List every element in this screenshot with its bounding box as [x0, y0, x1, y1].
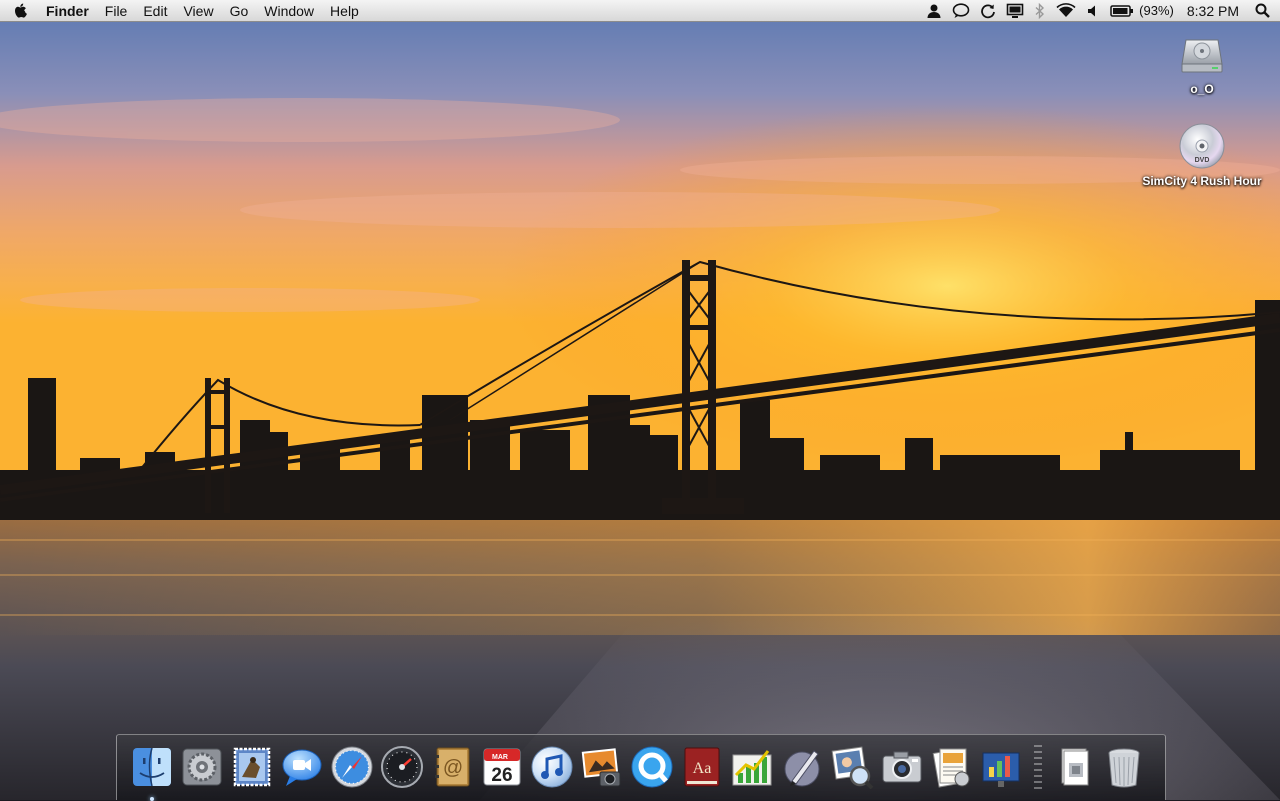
itunes-icon — [531, 746, 573, 788]
dock-system-preferences[interactable] — [180, 745, 224, 789]
dock-address-book[interactable]: @ — [430, 745, 474, 789]
menu-edit[interactable]: Edit — [135, 0, 175, 22]
wifi-status[interactable] — [1051, 0, 1081, 22]
spotlight-button[interactable] — [1251, 0, 1280, 22]
numbers-icon — [732, 750, 772, 786]
menu-help[interactable]: Help — [322, 0, 367, 22]
menu-bar: Finder File Edit View Go Window Help (93… — [0, 0, 1280, 22]
wifi-icon — [1056, 2, 1076, 17]
dock-quicktime[interactable] — [630, 745, 674, 789]
battery-percent: (93%) — [1139, 3, 1174, 18]
menu-clock[interactable]: 8:32 PM — [1179, 0, 1251, 22]
dock-keynote[interactable] — [980, 745, 1024, 789]
svg-text:@: @ — [443, 757, 463, 779]
status-area: (93%) 8:32 PM — [921, 0, 1280, 22]
desktop-icon-label: SimCity 4 Rush Hour — [1142, 174, 1262, 188]
dock-image-capture[interactable] — [880, 745, 924, 789]
image-capture-icon — [882, 751, 922, 783]
ical-day: 26 — [491, 765, 512, 786]
menu-go[interactable]: Go — [222, 0, 257, 22]
dock-pages[interactable] — [930, 745, 974, 789]
preview-icon — [831, 746, 874, 789]
dock-trash[interactable] — [1102, 745, 1146, 789]
quicktime-icon — [631, 746, 673, 788]
documents-stack-icon — [1061, 748, 1089, 786]
hard-drive-icon — [1181, 39, 1223, 73]
dock-finder[interactable] — [130, 745, 174, 801]
dock-preview[interactable] — [830, 745, 874, 789]
dashboard-icon — [381, 746, 423, 788]
volume-status[interactable] — [1081, 0, 1105, 22]
dock-ichat[interactable] — [280, 745, 324, 789]
mail-icon — [233, 747, 271, 787]
desktop-wallpaper — [0, 0, 1280, 800]
battery-status[interactable] — [1105, 0, 1134, 22]
apple-icon — [15, 3, 27, 18]
bluetooth-icon — [1035, 2, 1045, 19]
system-preferences-icon — [182, 748, 222, 786]
desktop-icon-hard-drive[interactable]: o_O — [1166, 30, 1238, 96]
menu-window[interactable]: Window — [256, 0, 322, 22]
dock-separator — [1033, 745, 1043, 789]
user-menu[interactable] — [921, 0, 947, 22]
dock-script-editor[interactable] — [780, 745, 824, 789]
safari-icon — [331, 746, 373, 788]
battery-icon — [1110, 4, 1134, 17]
dictionary-text: Aa — [693, 760, 712, 777]
dock-ical[interactable]: MAR 26 — [480, 745, 524, 789]
ical-month: MAR — [492, 754, 508, 761]
dock-safari[interactable] — [330, 745, 374, 789]
display-icon — [1006, 3, 1024, 18]
apple-menu[interactable] — [0, 0, 42, 22]
pages-icon — [932, 748, 970, 788]
desktop-icon-label: o_O — [1190, 82, 1214, 96]
spotlight-icon — [1255, 3, 1270, 18]
dock-mail[interactable] — [230, 745, 274, 789]
ichat-status[interactable] — [947, 0, 975, 22]
ichat-icon — [282, 749, 322, 786]
dock-documents-stack[interactable] — [1052, 745, 1096, 789]
running-indicator — [150, 797, 154, 801]
ical-icon: MAR 26 — [483, 748, 521, 786]
menu-view[interactable]: View — [175, 0, 221, 22]
menu-file[interactable]: File — [97, 0, 136, 22]
ichat-icon — [952, 2, 970, 18]
iphoto-icon — [581, 748, 621, 787]
trash-icon — [1108, 748, 1140, 788]
address-book-icon: @ — [435, 747, 470, 787]
keynote-icon — [982, 752, 1020, 787]
desktop-icon-dvd[interactable]: DVD SimCity 4 Rush Hour — [1136, 122, 1268, 188]
dock-dashboard[interactable] — [380, 745, 424, 789]
volume-icon — [1088, 5, 1096, 16]
user-icon — [927, 4, 941, 18]
dock-iphoto[interactable] — [580, 745, 624, 789]
menu-finder[interactable]: Finder — [42, 0, 97, 22]
finder-icon — [133, 747, 171, 787]
svg-text:DVD: DVD — [1195, 157, 1210, 164]
display-status[interactable] — [1001, 0, 1029, 22]
time-machine-icon — [981, 3, 996, 18]
dock-dictionary[interactable]: Aa — [680, 745, 724, 789]
time-machine-status[interactable] — [975, 0, 1001, 22]
dock-itunes[interactable] — [530, 745, 574, 789]
dvd-icon: DVD — [1179, 123, 1225, 169]
dock: @ MAR 26 Aa — [116, 734, 1166, 801]
bluetooth-status[interactable] — [1029, 0, 1051, 22]
script-editor-icon — [784, 750, 820, 787]
dock-numbers[interactable] — [730, 745, 774, 789]
dictionary-icon: Aa — [684, 747, 720, 787]
